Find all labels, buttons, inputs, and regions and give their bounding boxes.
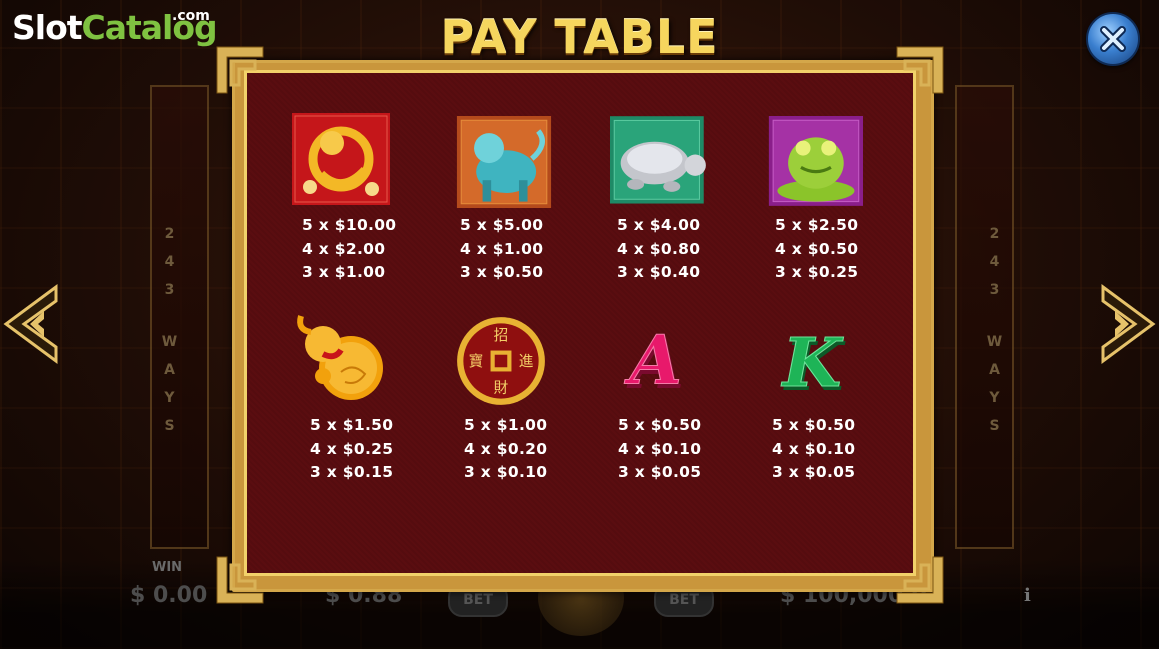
letter-k-glyph: K [781, 323, 844, 402]
toad-paytable: 5 x $2.50 4 x $0.50 3 x $0.25 [775, 214, 905, 285]
gourd-paytable: 5 x $1.50 4 x $0.25 3 x $0.15 [310, 414, 440, 485]
gourd-symbol-icon [297, 315, 383, 400]
letter-k-symbol-icon: K K [780, 322, 846, 406]
pay-line: 3 x $0.25 [775, 263, 859, 281]
pay-line: 4 x $0.25 [310, 439, 394, 458]
coin-char-top: 招 [494, 327, 509, 344]
paytable-title: PAY TABLE [440, 10, 719, 64]
pay-line: 5 x $1.50 [310, 416, 394, 434]
turtle-symbol-icon [610, 116, 706, 204]
coin-symbol-icon: 招 進 財 寶 [457, 317, 545, 405]
coin-char-bottom: 財 [494, 379, 509, 396]
pay-line: 5 x $10.00 [302, 216, 397, 234]
pay-line: 4 x $0.20 [464, 439, 548, 458]
corner-ornament-icon [896, 556, 944, 604]
pay-line: 3 x $0.40 [617, 263, 701, 281]
pay-line: 3 x $0.05 [618, 463, 702, 481]
pay-line: 4 x $0.50 [775, 239, 859, 258]
pay-line: 4 x $2.00 [302, 239, 386, 258]
dragon-symbol-icon [292, 113, 390, 205]
coin-paytable: 5 x $1.00 4 x $0.20 3 x $0.10 [464, 414, 594, 485]
ways-label-left: 243 WAYS [161, 226, 179, 434]
pay-line: 3 x $1.00 [302, 263, 386, 281]
letter-a-paytable: 5 x $0.50 4 x $0.10 3 x $0.05 [618, 414, 748, 485]
corner-ornament-icon [216, 556, 264, 604]
letter-a-glyph: A [624, 321, 682, 400]
pay-line: 3 x $0.10 [464, 463, 548, 481]
pay-line: 4 x $0.10 [618, 439, 702, 458]
pay-line: 4 x $0.10 [772, 439, 856, 458]
ways-label-right: 243 WAYS [986, 226, 1004, 434]
info-button[interactable]: i [1024, 585, 1031, 606]
pay-line: 5 x $0.50 [618, 416, 702, 434]
coin-char-right: 進 [519, 353, 534, 370]
coin-char-left: 寶 [469, 352, 484, 370]
pay-line: 3 x $0.05 [772, 463, 856, 481]
pay-line: 5 x $1.00 [464, 416, 548, 434]
letter-a-symbol-icon: A A [623, 320, 684, 404]
qilin-paytable: 5 x $5.00 4 x $1.00 3 x $0.50 [460, 214, 590, 285]
pay-line: 3 x $0.50 [460, 263, 544, 281]
previous-page-arrow-icon[interactable] [0, 283, 58, 365]
pay-line: 4 x $1.00 [460, 239, 544, 258]
pay-line: 5 x $2.50 [775, 216, 859, 234]
next-page-arrow-icon[interactable] [1101, 283, 1159, 365]
pay-line: 5 x $5.00 [460, 216, 544, 234]
qilin-symbol-icon [456, 116, 552, 208]
pay-line: 5 x $4.00 [617, 216, 701, 234]
close-button[interactable] [1086, 12, 1140, 66]
close-icon [1100, 26, 1126, 52]
turtle-paytable: 5 x $4.00 4 x $0.80 3 x $0.40 [617, 214, 747, 285]
win-label: WIN [152, 560, 183, 575]
pay-line: 5 x $0.50 [772, 416, 856, 434]
pay-line: 4 x $0.80 [617, 239, 701, 258]
toad-symbol-icon [768, 116, 863, 206]
dragon-paytable: 5 x $10.00 4 x $2.00 3 x $1.00 [302, 214, 432, 285]
win-value: $ 0.00 [130, 583, 208, 608]
letter-k-paytable: 5 x $0.50 4 x $0.10 3 x $0.05 [772, 414, 902, 485]
pay-line: 3 x $0.15 [310, 463, 394, 481]
